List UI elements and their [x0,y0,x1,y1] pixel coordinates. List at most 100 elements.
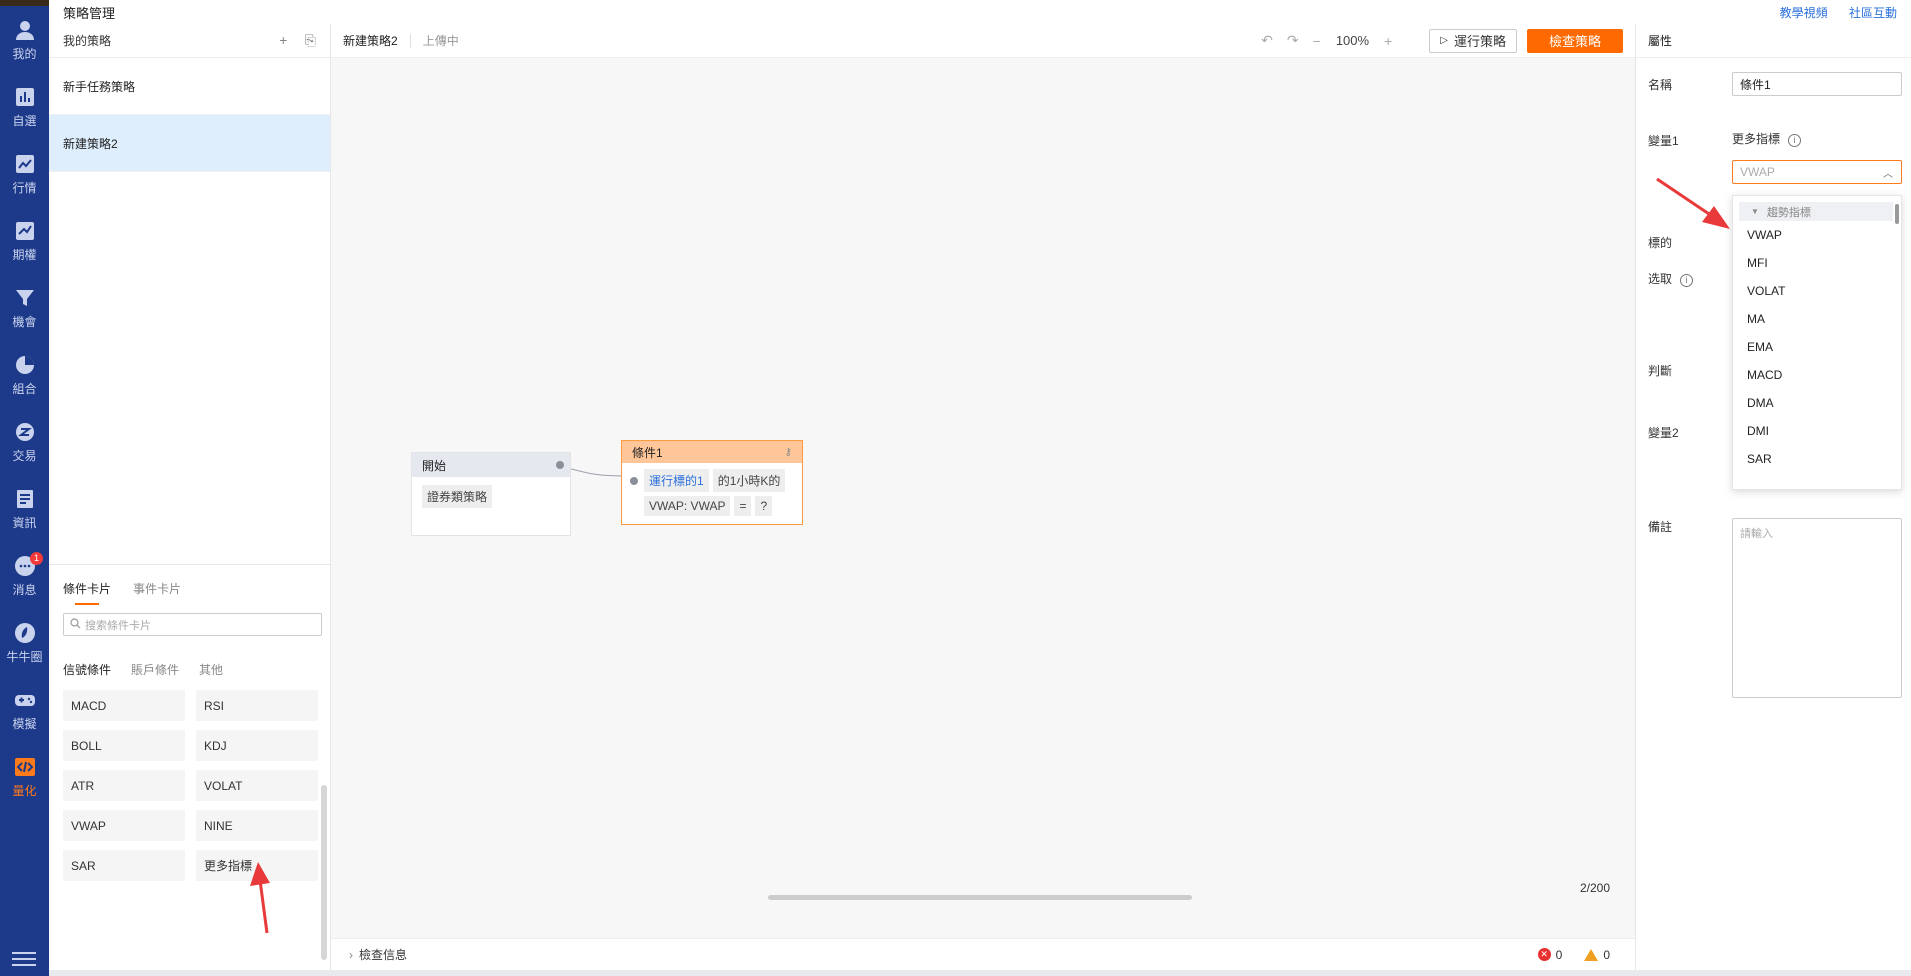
run-strategy-label: 運行策略 [1453,34,1506,49]
subtab-other[interactable]: 其他 [199,661,223,678]
dropdown-option[interactable]: MFI [1733,249,1901,277]
card-library-panel: 條件卡片 事件卡片 搜索條件卡片 信號條件 賬戶條件 其他 MACD RSI B… [49,564,331,976]
nav-item[interactable]: 行情 [0,140,49,207]
variable1-chip[interactable]: VWAP: VWAP [644,496,731,516]
note-placeholder: 請輸入 [1740,528,1773,540]
target-chip[interactable]: 運行標的1 [644,469,709,492]
nav-item[interactable]: 交易 [0,408,49,475]
dropdown-group-header[interactable]: ▼ 趨勢指標 [1739,202,1893,221]
nav-item-label: 資訊 [12,515,37,530]
properties-title: 屬性 [1648,34,1673,48]
nav-item[interactable]: 量化 [0,743,49,810]
card-sar[interactable]: SAR [63,850,185,881]
nav-item[interactable]: 期權 [0,207,49,274]
name-input[interactable]: 條件1 [1732,72,1902,96]
nav-item[interactable]: 消息 1 [0,542,49,609]
gamepad-icon [14,694,35,706]
check-info-bar[interactable]: › 檢查信息 ✕ 0 0 [331,938,1635,970]
dropdown-option[interactable]: EMA [1733,333,1901,361]
zoom-level: 100% [1335,33,1370,48]
tab-event-cards[interactable]: 事件卡片 [133,580,181,605]
card-list-scrollbar[interactable] [321,785,327,960]
annotation-arrow-icon [250,862,270,934]
app-root: 我的 自選 行情 期權 機會 組合 交易 資訊 消息 1 牛牛圈 模擬 量化 策略管理 教學視頻 社區互… [0,0,1911,976]
strategy-type-chip[interactable]: 證券類策略 [422,485,493,508]
chevron-right-icon[interactable]: › [349,948,353,962]
strategy-item-label: 新手任務策略 [63,79,136,94]
dropdown-option[interactable]: MA [1733,305,1901,333]
nav-item[interactable]: 模擬 [0,676,49,743]
run-strategy-button[interactable]: ▷ 運行策略 [1429,28,1517,53]
check-info-label: 檢查信息 [359,948,408,962]
card-atr[interactable]: ATR [63,770,185,801]
card-boll[interactable]: BOLL [63,730,185,761]
bottom-strip [49,970,1911,976]
dropdown-scrollbar[interactable] [1895,204,1899,224]
strategy-canvas[interactable]: 開始 證券類策略 條件1 ⚷ 運行標的1 的1小時K的 VWAP: VWAP =? … [250,58,1635,938]
dropdown-option[interactable]: DMI [1733,417,1901,445]
card-vwap[interactable]: VWAP [63,810,185,841]
nav-item[interactable]: 機會 [0,274,49,341]
nav-item[interactable]: 資訊 [0,475,49,542]
check-strategy-button[interactable]: 檢查策略 [1526,28,1623,53]
variable1-label: 變量1 [1648,134,1679,148]
canvas-h-scrollbar[interactable] [768,895,1192,900]
card-nine[interactable]: NINE [196,810,318,841]
undo-icon[interactable]: ↶ [1261,32,1273,49]
subtab-account[interactable]: 賬戶條件 [131,661,179,678]
target-label: 標的 [1648,236,1673,250]
nav-item[interactable]: 組合 [0,341,49,408]
card-rsi[interactable]: RSI [196,690,318,721]
community-link[interactable]: 社區互動 [1849,6,1897,20]
redo-icon[interactable]: ↷ [1287,32,1299,49]
dropdown-option[interactable]: VWAP [1733,221,1901,249]
dropdown-option[interactable]: DMA [1733,389,1901,417]
operator-chip[interactable]: = [734,496,752,516]
variable2-chip[interactable]: ? [755,496,773,516]
output-port[interactable] [556,461,564,469]
card-search-placeholder: 搜索條件卡片 [85,619,151,632]
tutorial-video-link[interactable]: 教學視頻 [1780,6,1828,20]
canvas-toolbar: 新建策略2 上傳中 ↶ ↷ − 100% + ▷ 運行策略 檢查策略 [331,24,1635,58]
tab-condition-cards[interactable]: 條件卡片 [63,580,111,605]
user-icon [15,20,34,40]
nav-item[interactable]: 牛牛圈 [0,609,49,676]
info-icon[interactable]: i [1680,274,1694,287]
start-node[interactable]: 開始 證券類策略 [411,452,571,536]
bar-chart-icon [15,87,34,106]
card-kdj[interactable]: KDJ [196,730,318,761]
nav-item[interactable]: 我的 [0,6,49,73]
strategy-item[interactable]: 新手任務策略 [49,58,330,115]
menu-icon[interactable] [12,952,36,966]
info-icon[interactable]: i [1788,134,1802,147]
search-icon [70,617,81,632]
start-node-title: 開始 [422,458,447,473]
input-port[interactable] [630,477,638,485]
pick-label: 选取 i [1648,270,1694,287]
zoom-out-icon[interactable]: − [1313,33,1321,49]
nav-item[interactable]: 自選 [0,73,49,140]
indicator-select[interactable]: VWAP ︿ [1732,160,1902,184]
import-icon[interactable]: ⎘ [305,32,316,48]
card-search-input[interactable]: 搜索條件卡片 [63,613,322,636]
subtab-signal[interactable]: 信號條件 [63,661,111,678]
nav-item-label: 機會 [12,314,37,329]
strategy-item-selected[interactable]: 新建策略2 [49,115,330,172]
dropdown-option[interactable]: VOLAT [1733,277,1901,305]
dropdown-option[interactable]: MACD [1733,361,1901,389]
dropdown-group-label: 趨勢指標 [1766,206,1811,219]
nav-item-label: 我的 [12,46,37,61]
zoom-in-icon[interactable]: + [1384,33,1392,49]
card-macd[interactable]: MACD [63,690,185,721]
card-volat[interactable]: VOLAT [196,770,318,801]
pick-label-text: 选取 [1648,272,1673,286]
kline-chip[interactable]: 的1小時K的 [712,469,786,492]
strategy-list-title: 我的策略 [63,34,112,48]
code-icon [14,757,35,776]
dropdown-option[interactable]: SAR [1733,445,1901,473]
add-icon[interactable]: + [279,32,287,48]
condition-node[interactable]: 條件1 ⚷ 運行標的1 的1小時K的 VWAP: VWAP =? [621,440,803,525]
trend-icon [15,154,34,173]
key-icon[interactable]: ⚷ [785,447,792,458]
note-textarea[interactable]: 請輸入 [1732,518,1902,698]
